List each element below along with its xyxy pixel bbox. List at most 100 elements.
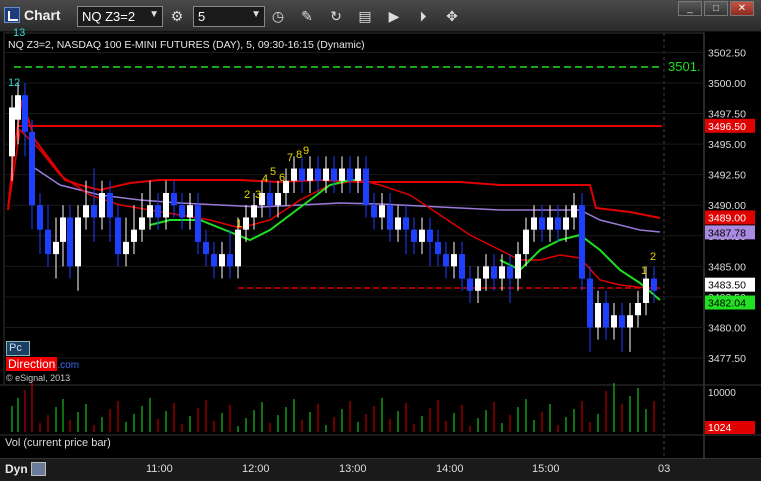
candle-body (171, 193, 177, 206)
dynamic-mode-label[interactable]: Dyn (5, 462, 28, 476)
candle-body (235, 229, 241, 267)
purple-ma-label: 3487.78 (708, 227, 746, 239)
candle-body (251, 205, 257, 218)
count-label: 5 (270, 166, 276, 178)
candle-body (323, 168, 329, 181)
candle-body (15, 95, 21, 120)
count-label: 8 (296, 149, 302, 161)
candle-body (619, 315, 625, 328)
candle-body (267, 193, 273, 206)
volume-label: Vol (current price bar) (5, 437, 111, 449)
candle-body (195, 205, 201, 242)
direction-logo-text: Direction (6, 357, 58, 371)
candle-body (371, 205, 377, 218)
last-price-label: 3483.50 (708, 280, 746, 292)
candle-body (211, 254, 217, 267)
candle-body (547, 217, 553, 230)
volume-tick-label: 10000 (708, 388, 736, 399)
candle-body (331, 168, 337, 181)
candle-body (387, 205, 393, 230)
candle-body (75, 217, 81, 267)
time-label: 13:00 (339, 463, 367, 475)
candle-body (467, 278, 473, 291)
pc-logo: Pc (6, 341, 30, 356)
candle-body (643, 278, 649, 303)
count-label-12: 12 (8, 77, 20, 89)
candle-body (515, 254, 521, 279)
candle-body (507, 266, 513, 279)
candle-body (355, 168, 361, 181)
candle-body (403, 217, 409, 230)
candle-body (587, 278, 593, 328)
candle-body (299, 168, 305, 181)
candle-body (275, 193, 281, 206)
candle-body (107, 193, 113, 218)
price-tick-label: 3477.50 (708, 353, 746, 365)
time-axis-bar: Dyn 11:00 12:00 13:00 14:00 15:00 03 (0, 458, 761, 481)
candle-body (147, 205, 153, 218)
green-level-label: 3501. (668, 59, 701, 74)
candle-body (627, 315, 633, 328)
candle-body (29, 131, 35, 206)
candle-body (307, 168, 313, 181)
price-chart[interactable]: 3502.50 3500.00 3497.50 3495.00 3492.50 3490.… (0, 0, 761, 481)
candle-body (91, 205, 97, 218)
count-label: 7 (287, 152, 293, 164)
time-label: 12:00 (242, 463, 270, 475)
candle-body (459, 254, 465, 279)
candle-body (603, 303, 609, 328)
direction-logo-suffix: .com (57, 360, 80, 371)
candle-body (37, 205, 43, 230)
candle-body (483, 266, 489, 279)
price-tick-label: 3490.00 (708, 200, 746, 212)
candle-body (9, 107, 15, 157)
count-label: 9 (303, 145, 309, 157)
count-label: 3 (255, 189, 261, 201)
candle-body (595, 303, 601, 328)
price-tick-label: 3480.00 (708, 322, 746, 334)
count-label-cyan: 13 (13, 27, 25, 39)
candle-body (99, 193, 105, 218)
price-tick-label: 3485.00 (708, 261, 746, 273)
candle-body (115, 217, 121, 255)
candle-body (339, 168, 345, 181)
price-tick-label: 3497.50 (708, 109, 746, 121)
price-tick-label: 3492.50 (708, 170, 746, 182)
time-label: 15:00 (532, 463, 560, 475)
candle-body (131, 229, 137, 242)
candle-body (227, 254, 233, 267)
candle-body (435, 241, 441, 255)
red-level-label: 3496.50 (708, 121, 746, 133)
count-label: 2 (244, 189, 250, 201)
candle-body (491, 266, 497, 279)
candle-body (451, 254, 457, 267)
copyright-text: © eSignal, 2013 (6, 373, 71, 383)
candle-body (155, 205, 161, 218)
time-label: 03 (658, 463, 671, 475)
green-ma-label: 3482.04 (708, 298, 746, 310)
time-label: 11:00 (146, 463, 173, 475)
candle-body (651, 278, 657, 291)
price-tick-label: 3495.00 (708, 139, 746, 151)
count-label: 1 (236, 218, 242, 230)
candle-body (419, 229, 425, 242)
chart-info-line: NQ Z3=2, NASDAQ 100 E-MINI FUTURES (DAY)… (8, 39, 365, 51)
candle-body (163, 193, 169, 218)
candle-body (347, 168, 353, 181)
candle-body (315, 168, 321, 181)
candle-body (179, 205, 185, 218)
count-label: 4 (262, 173, 268, 185)
candle-body (475, 278, 481, 291)
candle-body (53, 241, 59, 255)
direction-logo: Direction .com (6, 357, 79, 371)
scroll-button[interactable] (31, 462, 46, 476)
candle-body (219, 254, 225, 267)
count-label: 6 (279, 172, 285, 184)
candle-body (60, 217, 66, 242)
candle-body (611, 315, 617, 328)
candle-body (395, 217, 401, 230)
candle-body (539, 217, 545, 230)
candle-body (635, 303, 641, 316)
candle-body (411, 229, 417, 242)
candle-body (499, 266, 505, 279)
